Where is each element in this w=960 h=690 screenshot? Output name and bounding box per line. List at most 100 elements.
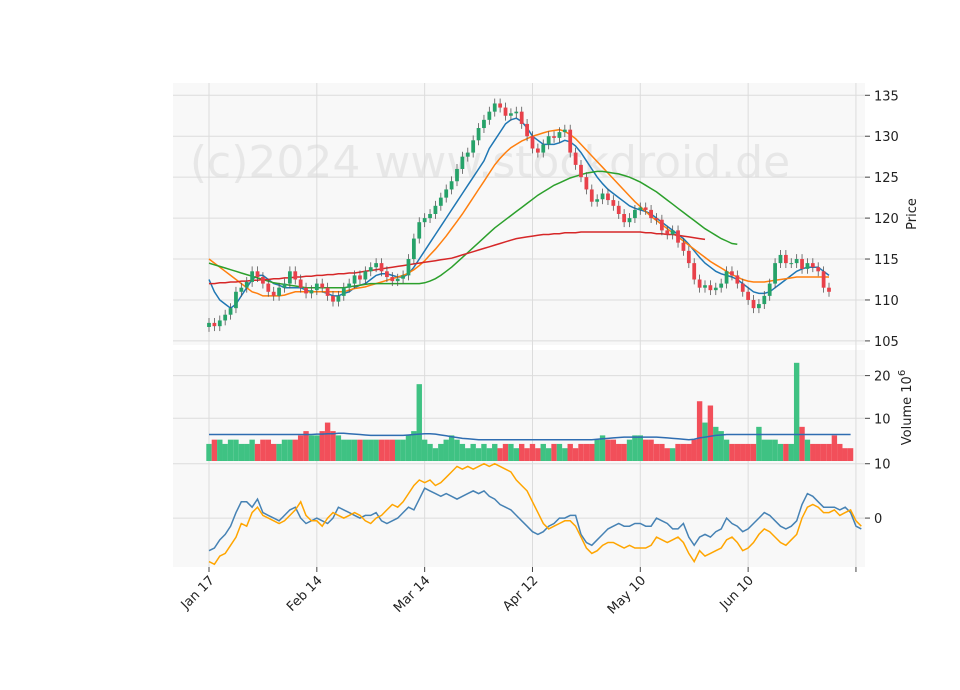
- candle-body: [298, 279, 303, 288]
- volume-bar: [346, 439, 352, 461]
- volume-bar: [702, 422, 708, 461]
- volume-bar: [583, 443, 590, 461]
- volume-bar: [254, 443, 261, 461]
- candle-body: [341, 287, 346, 296]
- volume-bar: [486, 448, 493, 461]
- candle-body: [374, 263, 379, 268]
- volume-bar: [820, 443, 827, 461]
- volume-bar: [551, 443, 557, 461]
- volume-bar: [826, 443, 832, 461]
- volume-bar: [308, 435, 315, 461]
- volume-bar: [324, 422, 331, 461]
- volume-bar: [847, 448, 854, 461]
- volume-bar: [686, 443, 692, 461]
- volume-bar: [271, 443, 277, 461]
- candle-body: [347, 283, 352, 288]
- volume-bar: [772, 439, 778, 461]
- volume-bar: [319, 431, 325, 461]
- volume-bar: [783, 443, 789, 461]
- volume-bar: [244, 443, 250, 461]
- volume-bar: [454, 439, 460, 461]
- volume-bar: [357, 439, 363, 461]
- candle-body: [234, 291, 238, 309]
- candle-body: [223, 314, 228, 321]
- volume-bar: [626, 439, 633, 461]
- candle-body: [460, 156, 465, 169]
- volume-bar: [723, 439, 730, 461]
- candle-body: [428, 214, 432, 219]
- candle-body: [352, 275, 357, 284]
- price-y-tick-label: 135: [874, 89, 899, 104]
- volume-bar: [287, 439, 293, 461]
- candle-body: [595, 199, 600, 202]
- candle-body: [217, 320, 222, 327]
- candle-body: [368, 267, 373, 272]
- candle-body: [379, 263, 384, 272]
- oscillator-y-tick-label: 0: [874, 512, 882, 527]
- watermark-text: (c)2024 www.stockdroid.de: [190, 137, 790, 188]
- volume-bar: [519, 443, 525, 461]
- volume-bar: [368, 439, 374, 461]
- volume-bar: [416, 384, 422, 461]
- volume-bar: [621, 443, 627, 461]
- candle-body: [282, 283, 287, 288]
- candle-body: [239, 287, 244, 292]
- candle-body: [800, 259, 804, 269]
- volume-bar: [400, 439, 406, 461]
- volume-bar: [513, 448, 519, 461]
- volume-bar: [335, 435, 342, 461]
- volume-bar: [211, 439, 218, 461]
- volume-bar: [395, 439, 401, 461]
- volume-bar: [341, 439, 347, 461]
- volume-bar: [745, 443, 751, 461]
- candle-body: [390, 277, 395, 282]
- candle-body: [751, 299, 756, 309]
- candle-body: [778, 254, 783, 264]
- volume-bar: [217, 439, 223, 461]
- volume-bar: [470, 443, 476, 461]
- candle-body: [509, 113, 513, 116]
- candle-body: [708, 285, 713, 291]
- volume-bar: [276, 443, 282, 461]
- candle-body: [465, 152, 470, 157]
- candle-body: [622, 214, 627, 223]
- volume-bar: [362, 439, 369, 461]
- volume-bar: [281, 439, 288, 461]
- price-y-tick-label: 105: [874, 335, 899, 350]
- volume-bar: [497, 448, 503, 461]
- candle-body: [805, 263, 810, 269]
- volume-bar: [594, 439, 600, 461]
- candle-body: [665, 230, 670, 235]
- candle-body: [724, 271, 729, 284]
- candle-body: [692, 263, 697, 280]
- price-y-tick-label: 125: [874, 171, 899, 186]
- volume-bar: [465, 448, 471, 461]
- candle-body: [514, 111, 519, 114]
- volume-bar: [799, 426, 805, 461]
- candle-body: [627, 218, 632, 223]
- candle-body: [261, 277, 265, 284]
- candle-body: [385, 271, 389, 278]
- candle-body: [266, 283, 271, 292]
- volume-bar: [206, 443, 212, 461]
- volume-bar: [804, 439, 811, 461]
- candle-body: [207, 322, 211, 327]
- candle-body: [519, 111, 524, 124]
- volume-bar: [373, 439, 379, 461]
- volume-bar: [578, 443, 584, 461]
- volume-bar: [653, 443, 660, 461]
- volume-bar: [713, 426, 719, 461]
- candle-body: [309, 290, 314, 294]
- candle-body: [250, 271, 255, 282]
- volume-bar: [637, 435, 643, 461]
- candle-body: [314, 283, 319, 291]
- oscillator-panel-background: [173, 461, 865, 567]
- volume-bar: [405, 435, 412, 461]
- volume-bar: [238, 443, 245, 461]
- candle-body: [228, 308, 233, 315]
- volume-bar: [610, 439, 617, 461]
- volume-bar: [524, 448, 530, 461]
- candle-body: [395, 278, 400, 282]
- candle-body: [616, 205, 621, 214]
- candle-body: [773, 263, 777, 284]
